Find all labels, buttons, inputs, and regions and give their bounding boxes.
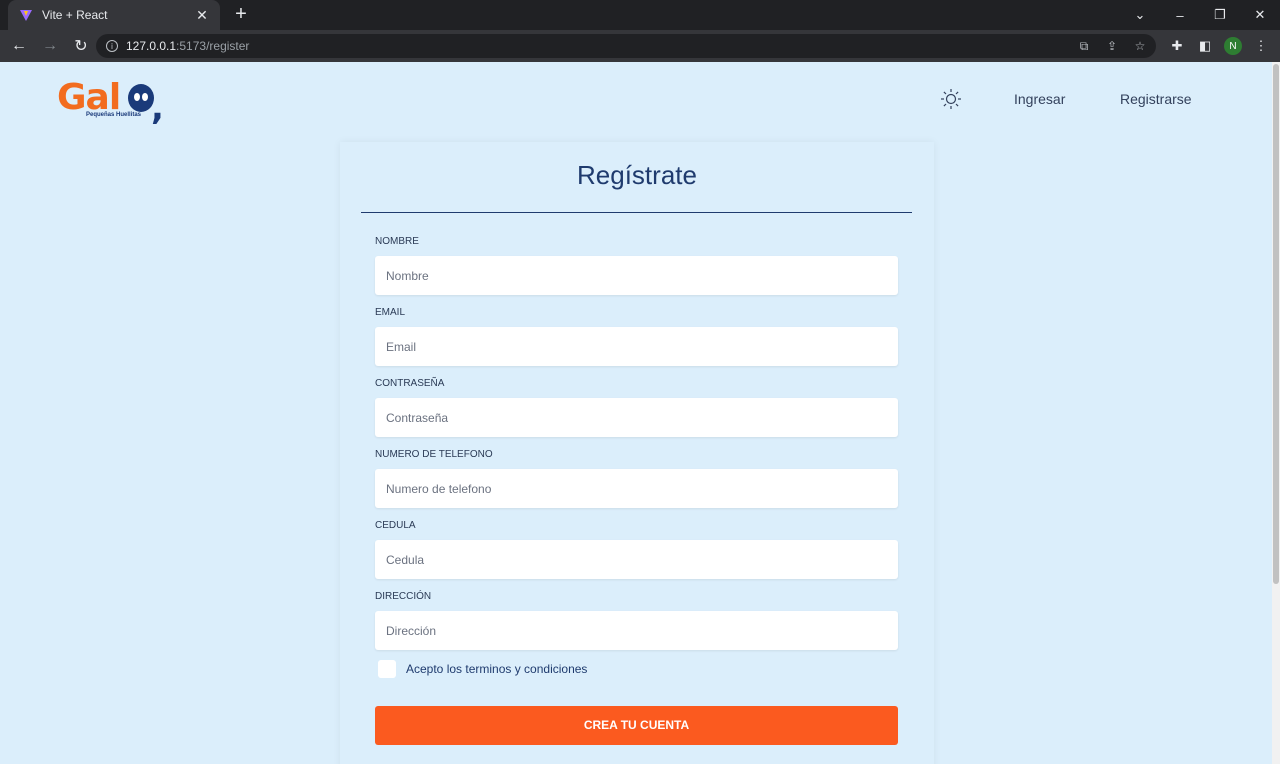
label-email: EMAIL bbox=[375, 307, 406, 318]
terms-checkbox[interactable] bbox=[378, 660, 396, 678]
title-divider bbox=[361, 212, 912, 213]
address-bar[interactable]: i 127.0.0.1:5173/register ⧉ ⇪ ☆ bbox=[96, 34, 1156, 58]
phone-input[interactable] bbox=[375, 469, 898, 508]
forward-icon[interactable]: → bbox=[38, 34, 62, 58]
address-input[interactable] bbox=[375, 611, 898, 650]
label-telefono: NUMERO DE TELEFONO bbox=[375, 449, 493, 460]
back-icon[interactable]: ← bbox=[7, 34, 31, 58]
logo-comma: , bbox=[151, 88, 164, 128]
browser-tab[interactable]: Vite + React ✕ bbox=[8, 0, 220, 30]
theme-toggle-sun-icon[interactable] bbox=[940, 88, 962, 110]
form-title: Regístrate bbox=[577, 160, 697, 190]
translate-icon[interactable]: ⧉ bbox=[1076, 39, 1092, 54]
close-window-icon[interactable]: ✕ bbox=[1240, 0, 1280, 30]
email-input[interactable] bbox=[375, 327, 898, 366]
url-path: :5173/register bbox=[176, 39, 250, 53]
info-icon[interactable]: i bbox=[106, 40, 118, 52]
cedula-input[interactable] bbox=[375, 540, 898, 579]
minimize-icon[interactable]: – bbox=[1160, 0, 1200, 30]
window-controls: ⌄ – ❐ ✕ bbox=[1120, 0, 1280, 30]
tab-search-icon[interactable]: ⌄ bbox=[1120, 0, 1160, 30]
bookmark-star-icon[interactable]: ☆ bbox=[1132, 39, 1148, 53]
terms-label[interactable]: Acepto los terminos y condiciones bbox=[406, 662, 587, 676]
terms-row: Acepto los terminos y condiciones bbox=[378, 660, 587, 678]
browser-toolbar: ← → ↻ i 127.0.0.1:5173/register ⧉ ⇪ ☆ ✚ … bbox=[0, 30, 1280, 62]
register-card: Regístrate NOMBRE EMAIL CONTRASEÑA NUMER… bbox=[340, 142, 934, 764]
tab-title: Vite + React bbox=[42, 8, 108, 22]
omnibox-actions: ⧉ ⇪ ☆ bbox=[1076, 34, 1148, 58]
label-nombre: NOMBRE bbox=[375, 236, 419, 247]
scrollbar-thumb[interactable] bbox=[1273, 64, 1279, 584]
password-input[interactable] bbox=[375, 398, 898, 437]
new-tab-icon[interactable]: + bbox=[230, 4, 252, 26]
nombre-input[interactable] bbox=[375, 256, 898, 295]
profile-avatar[interactable]: N bbox=[1224, 37, 1242, 55]
reload-icon[interactable]: ↻ bbox=[69, 34, 93, 58]
page-scrollbar[interactable] bbox=[1272, 62, 1280, 764]
vite-icon bbox=[18, 7, 34, 23]
page: Gal , Pequeñas Huellitas Ingresar Regist… bbox=[0, 62, 1272, 764]
toolbar-actions: ✚ ◧ N ⋮ bbox=[1168, 34, 1270, 58]
url-host: 127.0.0.1 bbox=[126, 39, 177, 53]
close-tab-icon[interactable]: ✕ bbox=[194, 7, 210, 24]
side-panel-icon[interactable]: ◧ bbox=[1196, 38, 1214, 54]
nav-link-ingresar[interactable]: Ingresar bbox=[1014, 91, 1065, 107]
create-account-button[interactable]: CREA TU CUENTA bbox=[375, 706, 898, 745]
share-icon[interactable]: ⇪ bbox=[1104, 39, 1120, 53]
menu-icon[interactable]: ⋮ bbox=[1252, 38, 1270, 54]
label-direccion: DIRECCIÓN bbox=[375, 591, 432, 602]
browser-tabbar: Vite + React ✕ + ⌄ – ❐ ✕ bbox=[0, 0, 1280, 30]
label-cedula: CEDULA bbox=[375, 520, 416, 531]
restore-icon[interactable]: ❐ bbox=[1200, 0, 1240, 30]
extensions-icon[interactable]: ✚ bbox=[1168, 38, 1186, 54]
label-contrasena: CONTRASEÑA bbox=[375, 378, 445, 389]
nav-link-registrarse[interactable]: Registrarse bbox=[1120, 91, 1192, 107]
logo[interactable]: Gal , Pequeñas Huellitas bbox=[57, 78, 167, 129]
logo-subtitle: Pequeñas Huellitas bbox=[86, 112, 142, 118]
